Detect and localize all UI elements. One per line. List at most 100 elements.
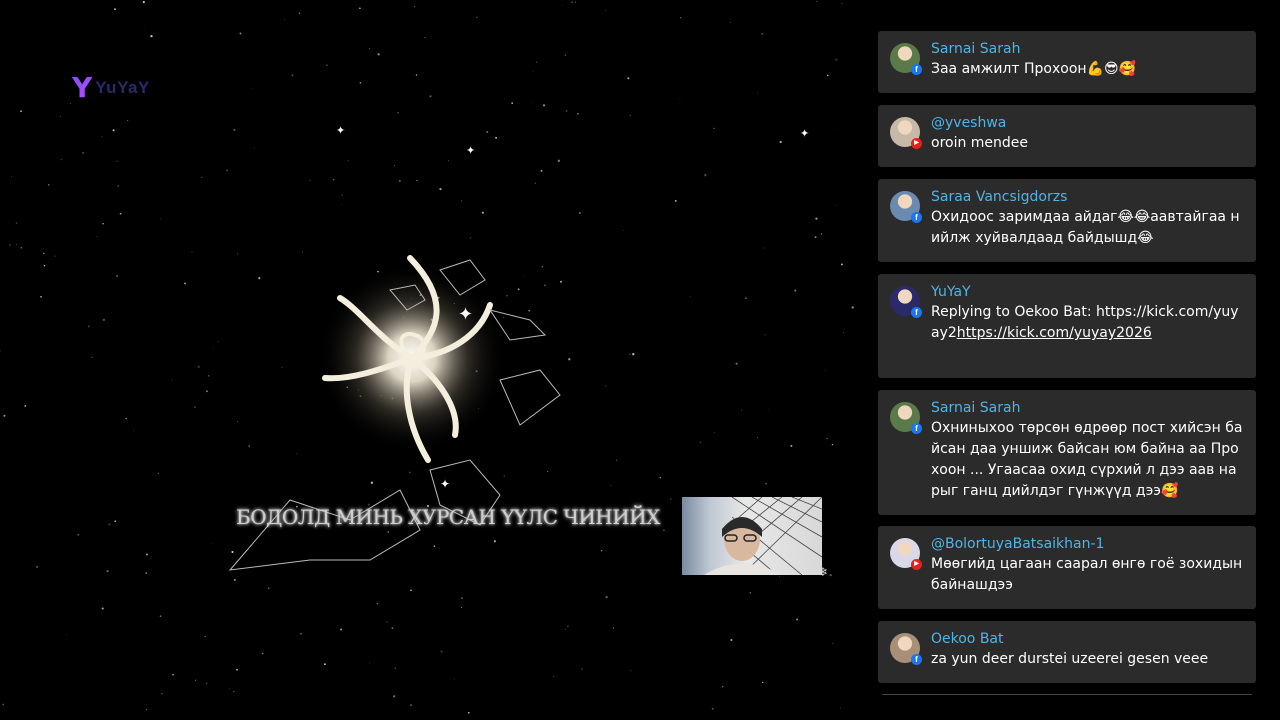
star (40, 295, 42, 298)
avatar[interactable]: f (890, 286, 922, 318)
star (236, 668, 238, 671)
star (142, 1, 145, 4)
star (20, 246, 23, 249)
sparkle-icon: ❄ (818, 565, 829, 579)
svg-text:✦: ✦ (458, 304, 473, 325)
facebook-icon: f (911, 307, 922, 318)
star (790, 444, 793, 447)
star (333, 179, 335, 181)
star (0, 350, 1, 352)
star (565, 110, 568, 112)
star (69, 103, 71, 105)
avatar[interactable]: f (890, 43, 922, 75)
star (674, 200, 677, 202)
star (15, 222, 18, 224)
star (102, 318, 106, 321)
star (291, 74, 294, 77)
star (9, 244, 11, 246)
chat-author[interactable]: Oekoo Bat (931, 630, 1244, 649)
avatar[interactable]: f (890, 402, 922, 434)
star (562, 5, 564, 6)
avatar[interactable]: ▶ (890, 538, 922, 570)
chat-link[interactable]: https://kick.com/yuyay2026 (957, 325, 1152, 341)
chat-text: Охидоос заримдаа айдаг😂😂аавтайгаа нийлж … (931, 209, 1240, 246)
star (820, 233, 823, 235)
chat-author[interactable]: YuYaY (931, 283, 1244, 302)
avatar[interactable]: f (890, 633, 922, 665)
star (194, 679, 197, 681)
chat-author[interactable]: Saraa Vancsigdorzs (931, 188, 1244, 207)
star (679, 97, 681, 99)
chat-author[interactable]: Sarnai Sarah (931, 40, 1244, 59)
star (43, 264, 46, 267)
star (571, 1, 573, 3)
star (146, 553, 148, 556)
star (144, 26, 146, 28)
star (91, 356, 93, 359)
star (150, 34, 153, 38)
star (60, 159, 62, 161)
chat-message[interactable]: ▶ @yveshwa oroin mendee (878, 105, 1256, 167)
star (261, 652, 264, 655)
star (540, 169, 543, 172)
chat-message[interactable]: ▶ @BolortuyaBatsaikhan-1 Мөөгийд цагаан са… (878, 526, 1256, 609)
chat-author[interactable]: @BolortuyaBatsaikhan-1 (931, 535, 1244, 554)
star (359, 81, 362, 84)
star (184, 282, 186, 285)
star (2, 703, 5, 706)
chat-message[interactable]: f Sarnai Sarah Охниныхоо төрсөн өдрөөр пос… (878, 390, 1256, 515)
youtube-icon: ▶ (911, 138, 922, 149)
chat-text: oroin mendee (931, 135, 1029, 151)
star (689, 296, 691, 298)
star (368, 662, 370, 664)
chat-author[interactable]: Sarnai Sarah (931, 399, 1244, 418)
star (386, 621, 388, 623)
avatar[interactable]: f (890, 191, 922, 223)
star (567, 625, 569, 627)
star (116, 160, 118, 162)
star (415, 74, 418, 76)
chat-author[interactable]: @yveshwa (931, 114, 1244, 133)
star (161, 693, 163, 695)
star (114, 8, 116, 11)
star (765, 483, 767, 485)
star (226, 169, 229, 172)
chat-message[interactable]: f YuYaY Replying to Oekoo Bat: https://kic… (878, 274, 1256, 378)
star (577, 112, 579, 115)
star (233, 690, 235, 693)
star (87, 325, 90, 328)
svg-text:✦: ✦ (440, 477, 450, 491)
star (377, 53, 380, 56)
star (233, 128, 236, 131)
star (393, 695, 396, 698)
chat-message[interactable]: f Sarnai Sarah Заа амжилт Прохоон💪😎🥰 (878, 31, 1256, 93)
star (814, 236, 817, 239)
star (439, 188, 442, 191)
star (394, 667, 397, 670)
chat-message[interactable]: f Oekoo Bat za yun deer durstei uzeerei ge… (878, 621, 1256, 683)
star (532, 71, 534, 72)
star (35, 565, 39, 569)
facebook-icon: f (911, 423, 922, 434)
star (448, 160, 449, 162)
star (837, 127, 839, 129)
star (486, 130, 489, 133)
star (467, 711, 470, 714)
star (108, 523, 111, 526)
star (60, 115, 62, 117)
star (826, 74, 829, 77)
avatar[interactable]: ▶ (890, 117, 922, 149)
star (826, 438, 828, 440)
chat-message[interactable]: f Saraa Vancsigdorzs Охидоос заримдаа айда… (878, 179, 1256, 262)
star (229, 688, 230, 689)
star (298, 12, 300, 14)
star (133, 430, 135, 432)
star (43, 252, 45, 254)
star (762, 681, 764, 684)
star (341, 194, 344, 196)
star (66, 634, 67, 635)
star (414, 6, 416, 8)
sun-swirl-artwork: ✦ ✦ (228, 255, 561, 571)
star (429, 95, 432, 98)
star (741, 409, 743, 411)
